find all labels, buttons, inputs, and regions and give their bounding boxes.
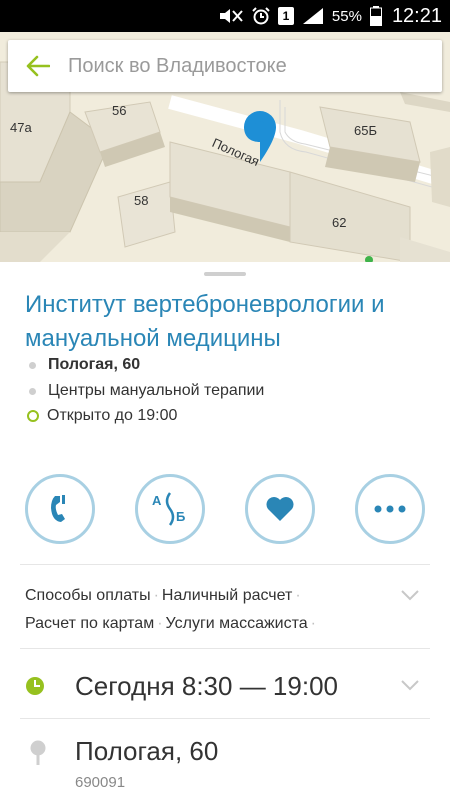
place-category-row: Центры мануальной терапии: [25, 382, 264, 400]
place-card: Институт вертеброневрологии и мануальной…: [0, 262, 450, 800]
search-input[interactable]: [68, 54, 408, 78]
payment-methods[interactable]: Способы оплаты · Наличный расчет · Расчет п…: [25, 582, 385, 638]
place-category: Центры мануальной терапии: [48, 382, 265, 399]
location-pin-icon: [30, 740, 46, 765]
payment-massage: Услуги массажиста: [165, 615, 308, 632]
address-zip: 690091: [75, 774, 126, 791]
search-bar: [8, 40, 442, 92]
sim-icon: 1: [277, 7, 294, 25]
route-icon: А Б: [152, 492, 185, 526]
battery-icon: [369, 6, 382, 26]
place-address-row: Пологая, 60: [25, 356, 140, 374]
open-status-row: Открыто до 19:00: [25, 407, 177, 425]
payment-card: Расчет по картам: [25, 615, 155, 632]
bullet-dot-icon: [29, 361, 36, 369]
chevron-down-icon[interactable]: [400, 678, 420, 692]
more-icon: [374, 505, 406, 513]
payment-label: Способы оплаты: [25, 587, 151, 604]
alarm-icon: [252, 7, 270, 25]
map-label-47a: 47а: [10, 120, 32, 135]
favorite-button[interactable]: [245, 474, 315, 544]
divider: [20, 648, 430, 649]
call-button[interactable]: [25, 474, 95, 544]
divider: [20, 564, 430, 565]
map-label-56: 56: [112, 103, 127, 118]
status-bar: 1 55% 12:21: [0, 0, 450, 32]
action-buttons: А Б: [25, 474, 425, 544]
divider: [20, 718, 430, 719]
back-arrow-icon: [26, 55, 50, 77]
bullet-dot-icon: [29, 387, 36, 395]
place-title: Институт вертеброневрологии и мануальной…: [25, 291, 385, 352]
sim-number: 1: [277, 7, 294, 25]
svg-text:А: А: [152, 493, 162, 508]
map-label-58: 58: [134, 193, 149, 208]
clock-icon: [26, 677, 44, 695]
svg-text:Б: Б: [176, 509, 185, 524]
signal-icon: [302, 7, 324, 25]
hours-text: Сегодня 8:30 — 19:00: [75, 670, 338, 701]
mute-icon: [218, 8, 244, 24]
place-address: Пологая, 60: [48, 356, 141, 373]
open-status: Открыто до 19:00: [47, 407, 178, 424]
address-street: Пологая, 60: [75, 736, 219, 766]
hours-row[interactable]: Сегодня 8:30 — 19:00: [25, 664, 425, 708]
chevron-down-icon[interactable]: [400, 588, 420, 602]
drag-handle[interactable]: [204, 272, 246, 276]
phone-icon: [51, 495, 65, 522]
more-button[interactable]: [355, 474, 425, 544]
screen: 1 55% 12:21 47а 56 58 65Б 62 Пологая Пои…: [0, 0, 450, 800]
open-status-icon: [27, 410, 39, 422]
battery-percent: 55%: [331, 7, 362, 25]
back-button[interactable]: [8, 40, 68, 92]
map-label-62: 62: [332, 215, 347, 230]
payment-cash: Наличный расчет: [161, 587, 293, 604]
heart-icon: [266, 497, 294, 521]
map-label-65b: 65Б: [354, 123, 377, 138]
clock: 12:21: [391, 4, 442, 27]
route-button[interactable]: А Б: [135, 474, 205, 544]
